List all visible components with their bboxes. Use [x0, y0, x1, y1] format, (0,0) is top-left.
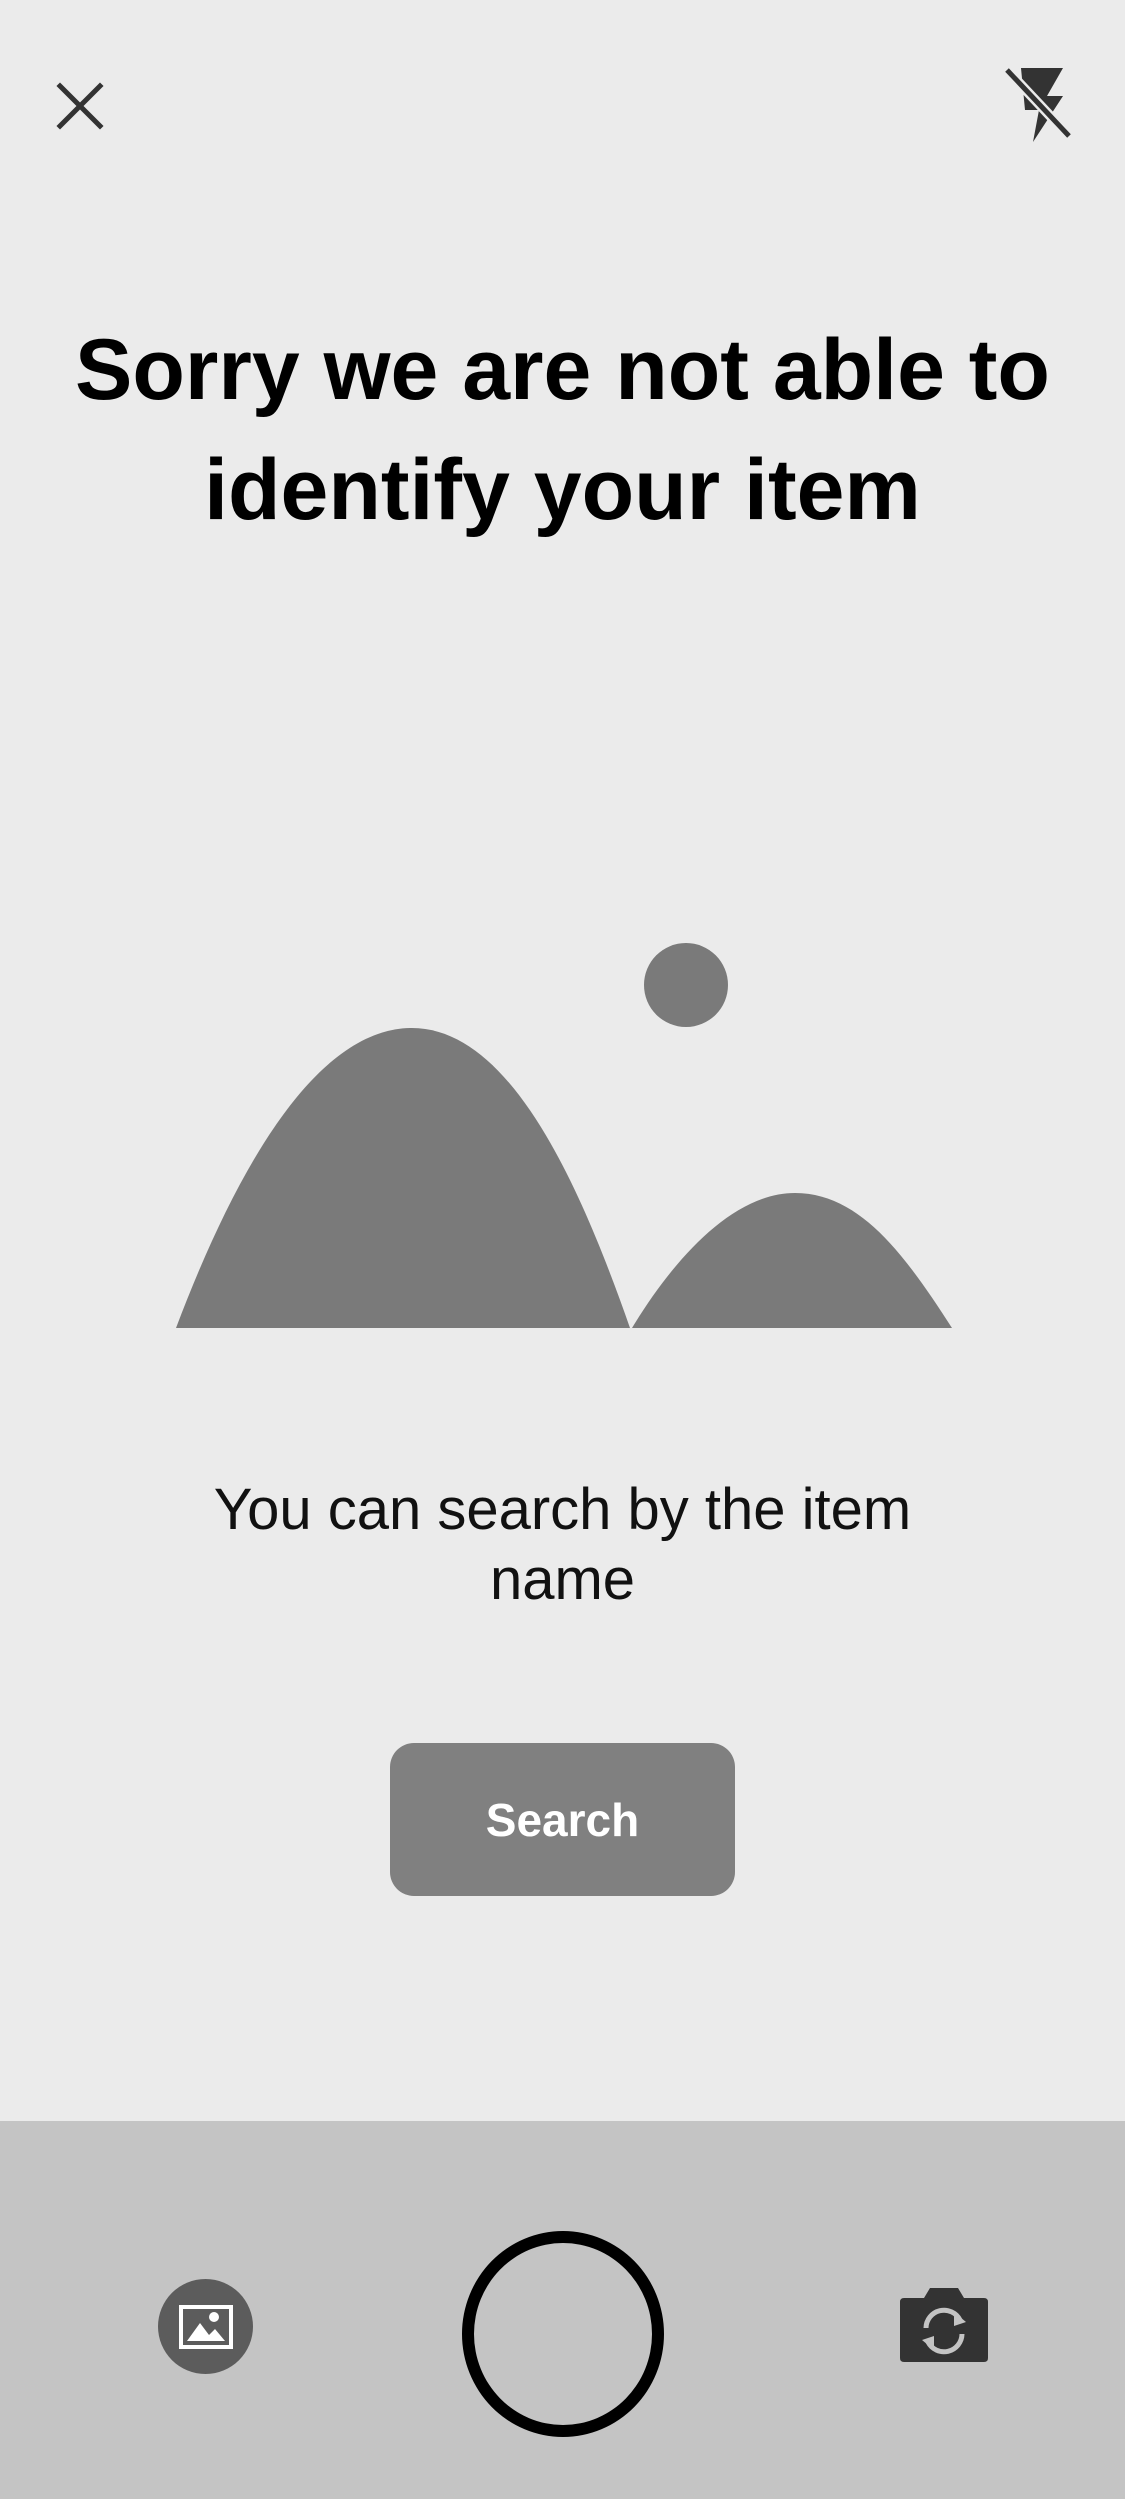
top-bar — [0, 0, 1125, 220]
search-hint: You can search by the item name — [213, 1477, 912, 1612]
flip-camera-button[interactable] — [898, 2280, 990, 2364]
shutter-button[interactable] — [462, 2231, 664, 2437]
gallery-button[interactable] — [158, 2279, 253, 2374]
search-button[interactable]: Search — [390, 1743, 735, 1896]
gallery-icon — [178, 2304, 233, 2349]
flash-off-icon — [1003, 66, 1073, 142]
page-title: Sorry we are not able to identify your i… — [75, 322, 1050, 538]
flip-camera-icon — [900, 2288, 988, 2362]
close-button[interactable] — [40, 66, 120, 146]
image-placeholder-icon — [176, 943, 952, 1328]
close-icon — [56, 82, 104, 130]
camera-result-screen: Sorry we are not able to identify your i… — [0, 0, 1125, 2499]
flash-toggle-button[interactable] — [989, 56, 1085, 152]
